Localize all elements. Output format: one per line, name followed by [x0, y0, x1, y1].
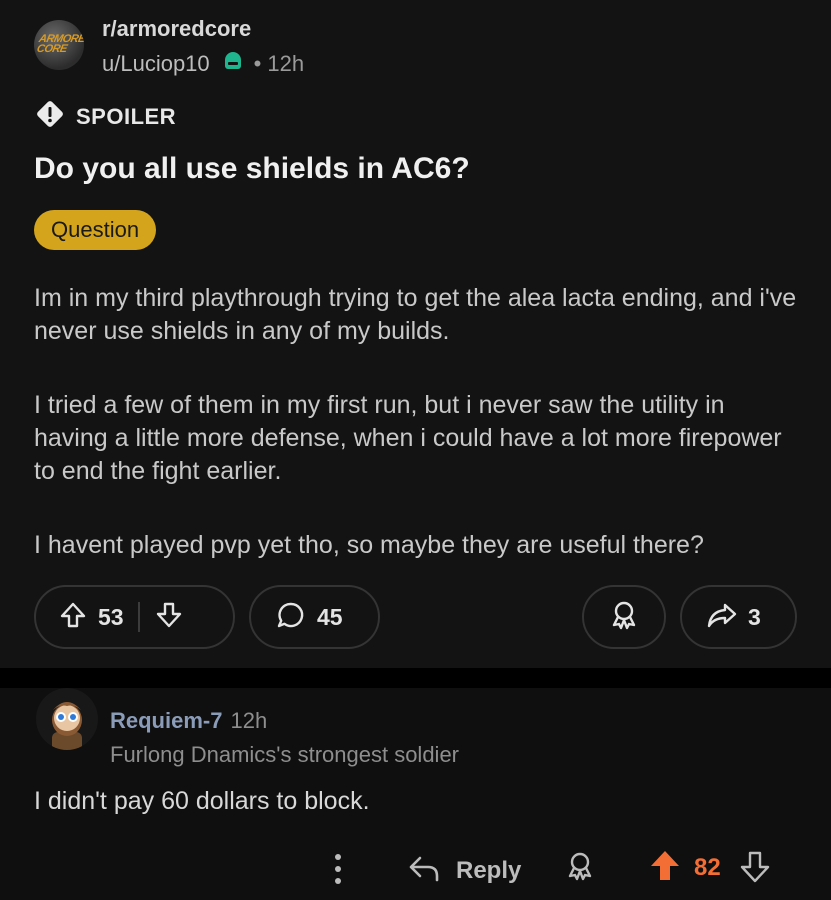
post-flair[interactable]: Question [34, 210, 157, 250]
post-title: Do you all use shields in AC6? [34, 152, 470, 185]
share-button[interactable]: 3 [680, 585, 797, 649]
post-meta: u/Luciop10 • 12h [102, 50, 304, 78]
avatar[interactable] [36, 688, 98, 750]
award-button[interactable] [582, 585, 666, 649]
subreddit-avatar[interactable]: ARMORED CORE [34, 20, 84, 70]
spoiler-icon [34, 98, 66, 135]
spoiler-label: SPOILER [76, 103, 177, 129]
comment-body: I didn't pay 60 dollars to block. [34, 787, 370, 815]
downvote-icon[interactable] [154, 600, 184, 635]
upvote-count: 53 [98, 603, 124, 630]
upvote-icon[interactable] [58, 600, 88, 635]
post-paragraph: Im in my third playthrough trying to get… [34, 284, 797, 345]
comment-author[interactable]: Requiem-7 [110, 708, 222, 733]
post-paragraph: I tried a few of them in my first run, b… [34, 391, 782, 485]
subreddit-name[interactable]: r/armoredcore [102, 16, 251, 42]
vote-bar: 53 [34, 585, 235, 649]
mod-badge-icon [222, 50, 244, 78]
share-count: 3 [748, 603, 761, 630]
subreddit-logo: ARMORED CORE [35, 33, 84, 55]
comments-button[interactable]: 45 [249, 585, 380, 649]
post-body: Im in my third playthrough trying to get… [34, 282, 804, 603]
reply-label: Reply [456, 856, 522, 884]
post-card: ARMORED CORE r/armoredcore u/Luciop10 • … [0, 0, 831, 668]
comment-time: 12h [230, 708, 268, 733]
comment-score: 82 [694, 854, 721, 881]
post-paragraph: I havent played pvp yet tho, so maybe th… [34, 531, 704, 559]
spoiler-tag: SPOILER [34, 98, 176, 135]
comment-upvote-icon[interactable] [648, 848, 682, 884]
meta-separator: • [253, 51, 262, 76]
award-icon [608, 599, 640, 636]
reply-button[interactable]: Reply [406, 850, 521, 891]
comment-meta: Requiem-7 12h [110, 708, 267, 734]
comment-icon [275, 599, 307, 636]
vote-separator [137, 602, 140, 632]
more-icon[interactable] [330, 852, 346, 886]
comment-count: 45 [317, 603, 343, 630]
post-author[interactable]: u/Luciop10 [102, 51, 210, 77]
comment-award-icon[interactable] [564, 850, 596, 884]
comment-downvote-icon[interactable] [738, 848, 772, 884]
post-time: 12h [267, 51, 305, 76]
reply-icon [406, 850, 442, 891]
comment-actions: Reply 82 [0, 846, 831, 890]
share-icon [706, 599, 738, 636]
section-divider [0, 668, 831, 688]
user-flair: Furlong Dnamics's strongest soldier [110, 742, 460, 767]
